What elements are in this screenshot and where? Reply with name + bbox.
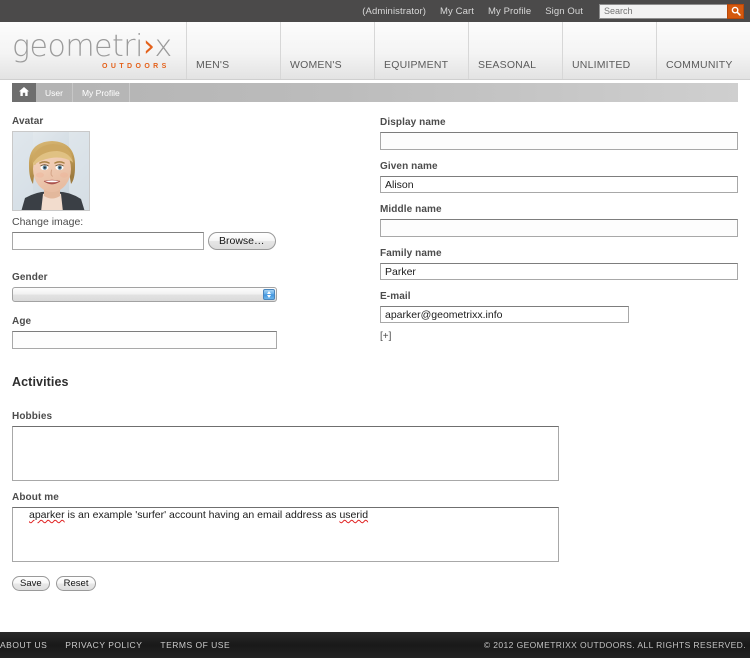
footer-copyright: © 2012 GEOMETRIXX OUTDOORS. ALL RIGHTS R…	[483, 640, 746, 650]
footer-links: ABOUT US PRIVACY POLICY TERMS OF USE	[0, 640, 239, 650]
administrator-link[interactable]: (Administrator)	[362, 6, 426, 17]
breadcrumb-home-button[interactable]	[12, 83, 36, 102]
email-field: E-mail	[380, 291, 738, 323]
logo[interactable]: geometri›x OUTDOORS	[0, 22, 186, 79]
search-icon	[731, 6, 741, 16]
breadcrumb: User My Profile	[12, 83, 738, 102]
family-name-label: Family name	[380, 248, 442, 259]
reset-button[interactable]: Reset	[55, 576, 97, 591]
logo-tagline: OUTDOORS	[102, 62, 170, 70]
change-image-row: Browse…	[12, 232, 380, 250]
middle-name-label: Middle name	[380, 204, 442, 215]
sign-out-link[interactable]: Sign Out	[545, 6, 583, 17]
about-me-field: About me aparker is an example 'surfer' …	[12, 492, 738, 562]
footer-about-us[interactable]: ABOUT US	[0, 640, 47, 650]
display-name-input[interactable]	[380, 132, 738, 150]
display-name-label: Display name	[380, 117, 446, 128]
nav-seasonal[interactable]: SEASONAL	[468, 22, 562, 79]
age-label: Age	[12, 316, 32, 327]
email-label: E-mail	[380, 291, 411, 302]
right-column: Display name Given name Middle name Fami…	[380, 116, 738, 344]
change-image-label: Change image:	[12, 216, 84, 228]
gender-label: Gender	[12, 272, 48, 283]
about-me-label: About me	[12, 492, 59, 503]
avatar-label: Avatar	[12, 116, 44, 127]
given-name-label: Given name	[380, 161, 438, 172]
search-box	[599, 3, 744, 19]
footer-terms-of-use[interactable]: TERMS OF USE	[160, 640, 230, 650]
given-name-input[interactable]	[380, 176, 738, 193]
avatar	[12, 131, 90, 211]
my-profile-link[interactable]: My Profile	[488, 6, 531, 17]
my-cart-link[interactable]: My Cart	[440, 6, 474, 17]
add-email-link[interactable]: [+]	[380, 331, 391, 342]
gender-select-value[interactable]	[12, 287, 277, 302]
avatar-file-input[interactable]	[12, 232, 204, 250]
about-me-textarea[interactable]	[12, 507, 559, 562]
site-header: geometri›x OUTDOORS MEN'S WOMEN'S EQUIPM…	[0, 22, 750, 80]
form-actions: Save Reset	[12, 576, 738, 591]
email-input[interactable]	[380, 306, 629, 323]
middle-name-field: Middle name	[380, 204, 738, 237]
nav-womens[interactable]: WOMEN'S	[280, 22, 374, 79]
activities-heading: Activities	[12, 375, 69, 389]
site-footer: ABOUT US PRIVACY POLICY TERMS OF USE © 2…	[0, 632, 750, 658]
footer-privacy-policy[interactable]: PRIVACY POLICY	[65, 640, 142, 650]
browse-button[interactable]: Browse…	[208, 232, 276, 250]
given-name-field: Given name	[380, 161, 738, 193]
hobbies-textarea[interactable]	[12, 426, 559, 481]
hobbies-label: Hobbies	[12, 411, 53, 422]
nav-mens[interactable]: MEN'S	[186, 22, 280, 79]
display-name-field: Display name	[380, 117, 738, 150]
nav-equipment[interactable]: EQUIPMENT	[374, 22, 468, 79]
left-column: Avatar Change image: Browse… Gender Age	[12, 116, 380, 349]
breadcrumb-my-profile[interactable]: My Profile	[73, 83, 130, 102]
home-icon	[18, 84, 30, 102]
search-input[interactable]	[599, 3, 727, 19]
page-root: (Administrator) My Cart My Profile Sign …	[0, 0, 750, 658]
hobbies-field: Hobbies	[12, 411, 738, 481]
logo-chevron-icon: ›	[142, 28, 155, 64]
logo-text-part2: x	[154, 28, 172, 64]
search-button[interactable]	[727, 3, 744, 19]
middle-name-input[interactable]	[380, 219, 738, 237]
profile-form: Avatar Change image: Browse… Gender Age …	[0, 102, 750, 591]
gender-select[interactable]	[12, 287, 277, 302]
age-input[interactable]	[12, 331, 277, 349]
top-utility-bar: (Administrator) My Cart My Profile Sign …	[0, 0, 750, 22]
logo-wordmark: geometri›x	[12, 28, 172, 64]
breadcrumb-user[interactable]: User	[36, 83, 73, 102]
form-columns: Avatar Change image: Browse… Gender Age …	[12, 116, 738, 349]
family-name-input[interactable]	[380, 263, 738, 280]
save-button[interactable]: Save	[12, 576, 50, 591]
family-name-field: Family name	[380, 248, 738, 280]
nav-unlimited[interactable]: UNLIMITED	[562, 22, 656, 79]
nav-community[interactable]: COMMUNITY	[656, 22, 750, 79]
logo-text-part1: geometri	[12, 28, 143, 64]
avatar-image	[13, 132, 89, 210]
